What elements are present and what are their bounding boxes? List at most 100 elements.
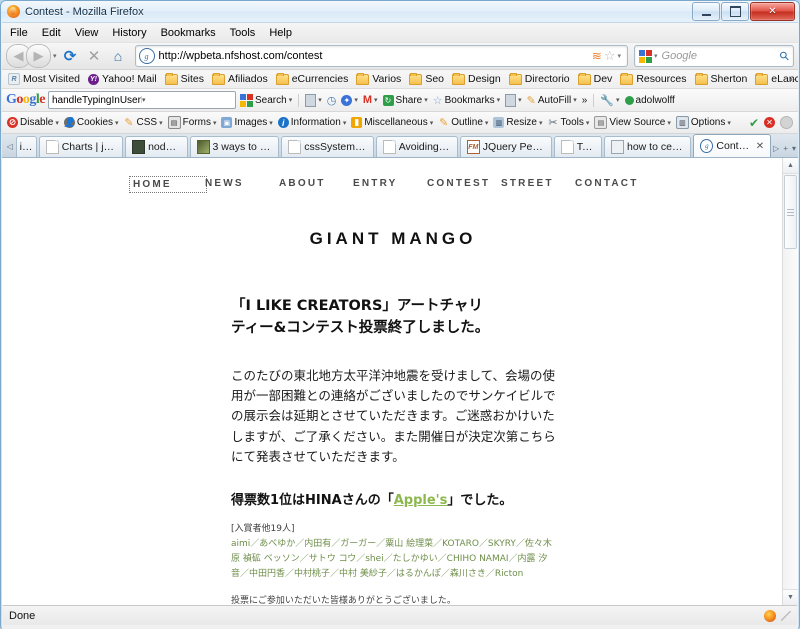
validation-error-icon[interactable]: ✕ [764, 117, 775, 128]
google-settings-button[interactable]: 🔧 ▾ [599, 94, 620, 107]
webdev-forms[interactable]: ▤ Forms ▾ [167, 116, 217, 129]
bookmark-most-visited[interactable]: R Most Visited [4, 73, 84, 85]
webdev-disable[interactable]: ⊘ Disable ▾ [7, 117, 59, 128]
menu-bookmarks[interactable]: Bookmarks [161, 27, 216, 39]
tab-scroll-right-icon[interactable]: ▷ [773, 144, 779, 153]
tab-charts-jq[interactable]: Charts | jq... [38, 136, 124, 157]
menu-file[interactable]: File [10, 27, 28, 39]
webdev-tools[interactable]: ✂ Tools ▾ [548, 117, 590, 129]
chevron-down-icon[interactable]: ▾ [374, 96, 378, 104]
bookmark-resources[interactable]: Resources [616, 72, 690, 85]
list-all-tabs-icon[interactable]: ▾ [792, 144, 796, 153]
resize-grip-icon[interactable] [781, 610, 791, 621]
google-search-button[interactable]: Search ▾ [239, 93, 293, 107]
bookmark-sites[interactable]: Sites [161, 72, 208, 85]
bookmark-sherton[interactable]: Sherton [691, 72, 752, 85]
tab-jquery-peri[interactable]: FM JQuery Peri... [459, 136, 552, 157]
minimize-button[interactable] [692, 2, 720, 21]
winner-link[interactable]: Apple's [394, 493, 448, 508]
webdev-information[interactable]: i Information ▾ [277, 117, 346, 128]
bookmark-ecurrencies[interactable]: eCurrencies [272, 72, 353, 85]
google-plus-button[interactable]: ✦ ▾ [340, 94, 359, 106]
home-icon[interactable]: ⌂ [108, 46, 129, 67]
chevron-down-icon[interactable]: ▾ [573, 96, 577, 104]
tab-scroll-left-icon[interactable]: ◁ [4, 135, 16, 157]
google-history-button[interactable]: ◷ [326, 94, 338, 107]
scrollbar-thumb[interactable] [784, 175, 797, 249]
menu-tools[interactable]: Tools [230, 27, 256, 39]
close-button[interactable]: ✕ [750, 2, 795, 21]
webdev-css[interactable]: ✎ CSS ▾ [124, 117, 163, 129]
chevron-down-icon[interactable]: ▾ [654, 52, 658, 60]
menu-view[interactable]: View [75, 27, 99, 39]
webdev-view-source[interactable]: ▤ View Source ▾ [594, 116, 671, 129]
site-identity-icon[interactable]: g [138, 48, 155, 64]
chevron-down-icon[interactable]: ▾ [485, 119, 489, 127]
tab-how-to-cen[interactable]: how to cen... [603, 136, 692, 157]
webdev-images[interactable]: ▣ Images ▾ [221, 117, 273, 128]
webdev-cookies[interactable]: 👤 Cookies ▾ [64, 117, 119, 128]
site-nav-street[interactable]: STREET [501, 178, 575, 191]
menu-help[interactable]: Help [269, 27, 292, 39]
gmail-button[interactable]: M ▾ [362, 94, 379, 106]
bookmark-star-icon[interactable]: ☆ [604, 48, 616, 64]
site-nav-contact[interactable]: CONTACT [575, 178, 649, 191]
site-nav-contest[interactable]: CONTEST [427, 178, 501, 191]
webdev-outline[interactable]: ✎ Outline ▾ [438, 117, 489, 129]
search-input[interactable]: Google [662, 50, 781, 62]
reload-icon[interactable]: ⟳ [60, 46, 81, 67]
site-nav-news[interactable]: NEWS [205, 178, 279, 191]
tab-contest[interactable]: g Contest ✕ [693, 134, 772, 157]
site-nav-entry[interactable]: ENTRY [353, 178, 427, 191]
chevron-down-icon[interactable]: ▾ [518, 96, 522, 104]
chevron-down-icon[interactable]: ▾ [318, 96, 322, 104]
validation-idle-icon[interactable] [780, 116, 793, 129]
chevron-down-icon[interactable]: ▾ [727, 119, 731, 127]
menu-edit[interactable]: Edit [42, 27, 61, 39]
firefox-status-icon[interactable] [764, 609, 776, 622]
chevron-down-icon[interactable]: ▾ [142, 96, 232, 104]
chevron-down-icon[interactable]: ▾ [497, 96, 501, 104]
validation-ok-icon[interactable]: ✔ [749, 116, 759, 130]
webdev-resize[interactable]: ▥ Resize ▾ [493, 117, 543, 128]
bookmark-seo[interactable]: Seo [405, 72, 448, 85]
forward-button[interactable]: ▶ [26, 44, 51, 68]
chevron-down-icon[interactable]: ▾ [55, 119, 59, 127]
tab-partial[interactable]: il... [15, 136, 37, 157]
chevron-down-icon[interactable]: ▾ [159, 119, 163, 127]
site-nav-about[interactable]: ABOUT [279, 178, 353, 191]
google-notebook-button[interactable]: ▾ [504, 93, 523, 107]
google-bookmarks-button[interactable]: ☆ Bookmarks ▾ [432, 94, 501, 107]
chevron-down-icon[interactable]: ▾ [213, 119, 217, 127]
new-tab-icon[interactable]: + [783, 144, 788, 153]
chevron-down-icon[interactable]: ▾ [616, 96, 620, 104]
menu-history[interactable]: History [112, 27, 146, 39]
bookmarks-overflow-icon[interactable]: » [789, 74, 795, 85]
chevron-down-icon[interactable]: ▾ [586, 119, 590, 127]
rss-feed-icon[interactable]: ≋ [592, 49, 602, 63]
tab-3-ways-to-d[interactable]: 3 ways to d... [189, 136, 280, 157]
stop-icon[interactable]: ✕ [84, 46, 105, 67]
maximize-button[interactable] [721, 2, 749, 21]
google-news-button[interactable]: ▾ [304, 93, 323, 107]
bookmark-directorio[interactable]: Directorio [505, 72, 574, 85]
page-scrollbar[interactable]: ▲ ▼ [782, 158, 798, 605]
search-bar[interactable]: ▾ Google ⚲ [634, 45, 794, 67]
chevron-down-icon[interactable]: ▾ [539, 119, 543, 127]
site-nav-home[interactable]: HOME [129, 176, 207, 193]
chevron-down-icon[interactable]: ▾ [617, 52, 621, 60]
bookmark-afiliados[interactable]: Afiliados [208, 72, 272, 85]
google-autofill-button[interactable]: ✎ AutoFill ▾ [526, 94, 578, 107]
google-toolbar-search-input[interactable]: handleTypingInUserDataTextArea▾ [48, 91, 236, 109]
webdev-options[interactable]: ▥ Options ▾ [675, 116, 731, 129]
scroll-up-icon[interactable]: ▲ [783, 158, 798, 174]
chevron-down-icon[interactable]: ▾ [667, 119, 671, 127]
bookmark-yahoo-mail[interactable]: Y! Yahoo! Mail [84, 73, 161, 85]
chevron-down-icon[interactable]: ▾ [289, 96, 293, 104]
chevron-down-icon[interactable]: ▾ [269, 119, 273, 127]
google-share-button[interactable]: ↻ Share ▾ [382, 94, 429, 106]
tab-csssystems[interactable]: cssSystems... [281, 136, 374, 157]
chevron-down-icon[interactable]: ▾ [115, 119, 119, 127]
chevron-down-icon[interactable]: ▾ [424, 96, 428, 104]
google-search-engine-icon[interactable] [639, 49, 652, 63]
